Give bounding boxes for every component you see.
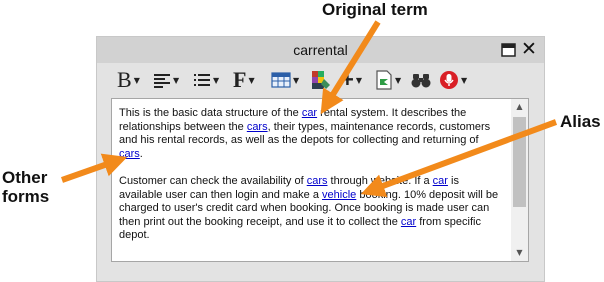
arrow-original-term	[320, 20, 381, 115]
arrow-other-forms	[61, 153, 128, 183]
annotation-arrows	[61, 20, 558, 198]
arrow-alias	[360, 119, 558, 198]
